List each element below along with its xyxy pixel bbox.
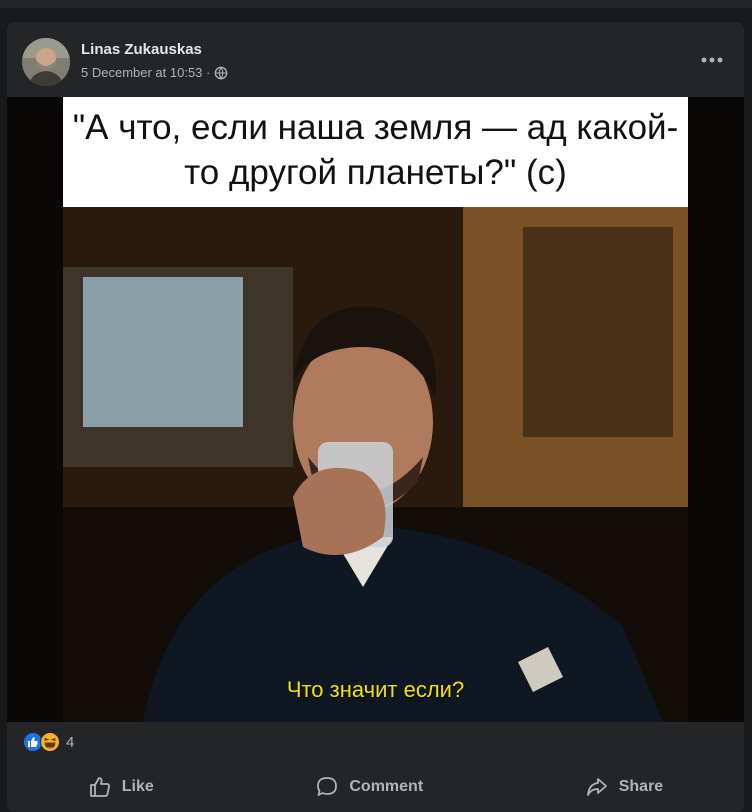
image-top-text: "А что, если наша земля — ад какой-то др… bbox=[63, 97, 688, 207]
thumbs-up-icon bbox=[89, 777, 110, 797]
post-actions: Like Comment Share bbox=[7, 762, 744, 812]
comment-button[interactable]: Comment bbox=[275, 767, 463, 807]
like-button[interactable]: Like bbox=[48, 767, 194, 807]
timestamp[interactable]: 5 December at 10:53 · bbox=[81, 65, 210, 80]
comment-label: Comment bbox=[349, 778, 424, 795]
share-label: Share bbox=[618, 778, 664, 795]
top-bar bbox=[0, 0, 752, 8]
more-options-button[interactable] bbox=[694, 48, 730, 72]
globe-icon bbox=[215, 66, 228, 79]
scene-illustration bbox=[63, 207, 688, 722]
share-icon bbox=[586, 778, 607, 796]
post-card: Linas Zukauskas 5 December at 10:53 · "А… bbox=[7, 22, 744, 812]
reaction-count: 4 bbox=[66, 733, 75, 751]
post-meta: 5 December at 10:53 · bbox=[81, 65, 228, 80]
reactions-summary[interactable]: 4 bbox=[23, 732, 74, 752]
comment-icon bbox=[317, 777, 338, 796]
author-name[interactable]: Linas Zukauskas bbox=[81, 41, 202, 58]
share-button[interactable]: Share bbox=[545, 767, 703, 807]
avatar[interactable] bbox=[22, 38, 70, 86]
more-options-icon bbox=[701, 57, 723, 63]
post-image[interactable]: "А что, если наша земля — ад какой-то др… bbox=[7, 97, 744, 722]
haha-reaction-icon bbox=[40, 732, 60, 752]
image-subtitle: Что значит если? bbox=[286, 677, 465, 702]
like-label: Like bbox=[121, 778, 154, 795]
